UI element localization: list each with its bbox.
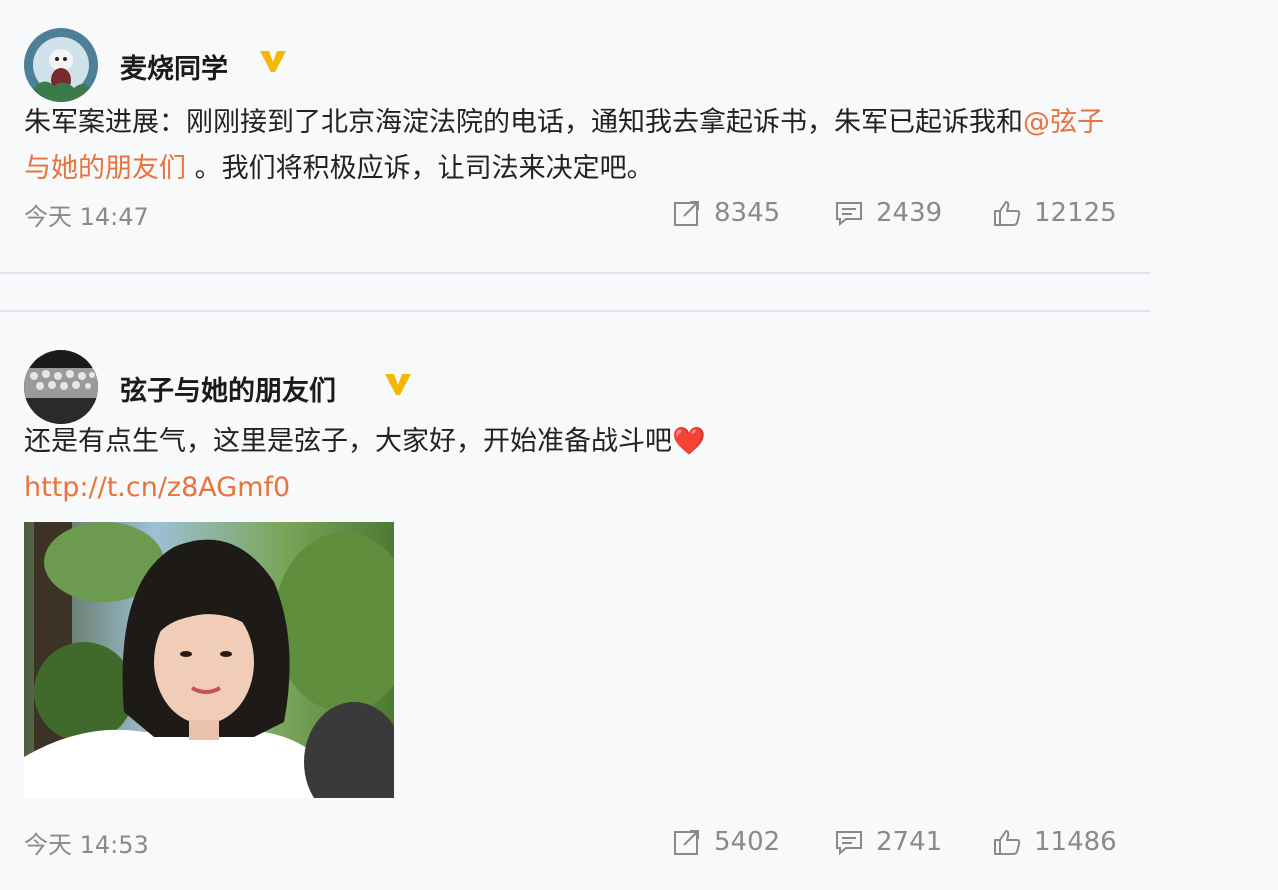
avatar[interactable] [24, 350, 98, 424]
username[interactable]: 弦子与她的朋友们 [120, 369, 336, 408]
post-card: 弦子与她的朋友们 还是有点生气，这里是弦子，大家好，开始准备战斗吧❤️ http… [0, 312, 1150, 890]
post-timestamp[interactable]: 今天 14:47 [24, 197, 149, 232]
like-button[interactable]: 11486 [992, 827, 1117, 857]
post-text-body: 还是有点生气，这里是弦子，大家好，开始准备战斗吧 [24, 426, 672, 457]
comment-count: 2439 [876, 198, 943, 228]
post-photo[interactable] [24, 522, 394, 798]
comment-icon [836, 831, 862, 856]
thumbs-up-icon [994, 830, 1021, 855]
avatar[interactable] [24, 28, 98, 102]
comment-button[interactable]: 2741 [834, 827, 942, 857]
comment-button[interactable]: 2439 [834, 198, 942, 228]
post-text: 朱军案进展：刚刚接到了北京海淀法院的电话，通知我去拿起诉书，朱军已起诉我和@弦子… [24, 100, 1130, 192]
heart-emoji-icon: ❤️ [672, 426, 706, 457]
post-text-body: 朱军案进展：刚刚接到了北京海淀法院的电话，通知我去拿起诉书，朱军已起诉我和 [24, 107, 1023, 138]
like-button[interactable]: 12125 [992, 198, 1117, 228]
post-card: 麦烧同学 朱军案进展：刚刚接到了北京海淀法院的电话，通知我去拿起诉书，朱军已起诉… [0, 0, 1150, 272]
weibo-feed: 麦烧同学 朱军案进展：刚刚接到了北京海淀法院的电话，通知我去拿起诉书，朱军已起诉… [0, 0, 1278, 890]
repost-count: 8345 [714, 198, 781, 228]
repost-icon [674, 201, 699, 226]
repost-icon [674, 830, 699, 855]
repost-count: 5402 [714, 827, 781, 857]
like-count: 11486 [1034, 827, 1117, 857]
like-count: 12125 [1034, 198, 1117, 228]
username[interactable]: 麦烧同学 [120, 47, 228, 86]
comment-count: 2741 [876, 827, 943, 857]
divider [0, 272, 1150, 274]
verified-v-badge-icon [260, 51, 286, 72]
post-text-tail: 。我们将积极应诉，让司法来决定吧。 [186, 153, 654, 184]
short-link[interactable]: http://t.cn/z8AGmf0 [24, 465, 1130, 511]
verified-v-badge-icon [385, 374, 411, 395]
repost-button[interactable]: 8345 [672, 198, 780, 228]
post-timestamp[interactable]: 今天 14:53 [24, 825, 149, 860]
repost-button[interactable]: 5402 [672, 827, 780, 857]
post-text: 还是有点生气，这里是弦子，大家好，开始准备战斗吧❤️ http://t.cn/z… [24, 419, 1130, 511]
thumbs-up-icon [994, 201, 1021, 226]
comment-icon [836, 202, 862, 227]
